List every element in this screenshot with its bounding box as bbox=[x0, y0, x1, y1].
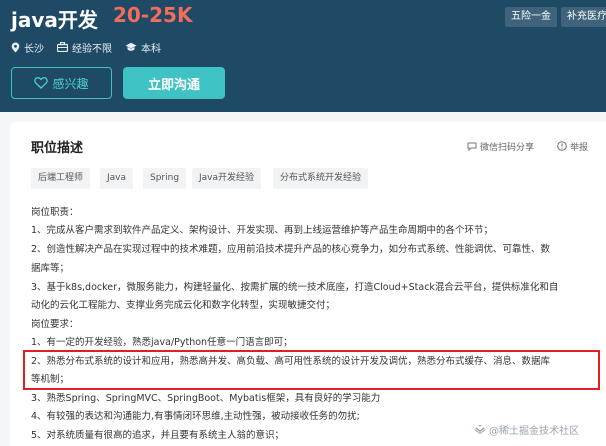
benefit-tag: 补充医疗保险 bbox=[561, 7, 606, 27]
watermark-text: @稀土掘金技术社区 bbox=[489, 425, 579, 437]
job-title: java开发 bbox=[11, 8, 98, 32]
description-line: 动化的云化工程能力、支撑业务完成云化和数字化转型，实现敏捷交付； bbox=[31, 300, 336, 311]
location-pin-icon bbox=[11, 42, 20, 52]
juejin-logo-icon bbox=[474, 424, 486, 434]
salary: 20-25K bbox=[113, 3, 193, 27]
interest-button-label: 感兴趣 bbox=[52, 76, 89, 91]
skill-tag: Java bbox=[100, 168, 134, 189]
meta-experience: 经验不限 bbox=[57, 40, 112, 55]
heart-icon bbox=[34, 77, 49, 89]
section-title: 职位描述 bbox=[31, 141, 84, 156]
description-line: 1、有一定的开发经验，熟悉java/Python任意一门语言即可； bbox=[31, 337, 293, 348]
description-line: 1、完成从客户需求到软件产品定义、架构设计、开发实现、再到上线运营维护等产品生命… bbox=[31, 225, 494, 236]
description-line: 2、创造性解决产品在实现过程中的技术难题，应用前沿技术提升产品的核心竞争力，如分… bbox=[31, 244, 551, 255]
description-line: 等机制； bbox=[31, 374, 70, 385]
benefit-tag: 五险一金 bbox=[505, 7, 557, 27]
experience-text: 经验不限 bbox=[72, 43, 112, 55]
skill-tag: 后端工程师 bbox=[31, 168, 91, 189]
education-text: 本科 bbox=[141, 43, 161, 55]
wechat-share-link[interactable]: 微信扫码分享 bbox=[467, 139, 534, 153]
warning-icon bbox=[557, 141, 567, 151]
graduation-cap-icon bbox=[125, 42, 137, 51]
description-line: 4、有较强的表达和沟通能力,有事情闭环思维,主动性强，被动接收任务的勿扰; bbox=[31, 411, 360, 422]
description-line: 岗位职责： bbox=[31, 207, 79, 218]
briefcase-icon bbox=[57, 42, 68, 52]
chat-now-button[interactable]: 立即沟通 bbox=[123, 67, 225, 99]
description-line: 5、对系统质量有很高的追求，并且要有系统主人翁的意识； bbox=[31, 430, 285, 441]
watermark: @稀土掘金技术社区 bbox=[474, 420, 579, 438]
city-text: 长沙 bbox=[24, 43, 44, 55]
interest-button[interactable]: 感兴趣 bbox=[11, 67, 112, 99]
report-label: 举报 bbox=[570, 142, 589, 153]
meta-education: 本科 bbox=[125, 40, 161, 55]
skill-tag: Spring bbox=[143, 168, 187, 189]
skill-tag: Java开发经验 bbox=[192, 168, 262, 189]
description-line: 3、熟悉Spring、SpringMVC、SpringBoot、Mybatis框… bbox=[31, 393, 381, 404]
chat-bubble-icon bbox=[467, 142, 477, 151]
share-label: 微信扫码分享 bbox=[480, 142, 535, 153]
report-link[interactable]: 举报 bbox=[557, 139, 588, 153]
description-line: 岗位要求： bbox=[31, 319, 79, 330]
skill-tag: 分布式系统开发经验 bbox=[273, 168, 369, 189]
description-line: 3、基于k8s,docker，微服务能力，构建轻量化、按需扩展的统一技术底座，打… bbox=[31, 282, 559, 293]
description-line: 2、熟悉分布式系统的设计和应用，熟悉高并发、高负载、高可用性系统的设计开发及调优… bbox=[31, 356, 551, 367]
meta-city: 长沙 bbox=[11, 40, 44, 55]
job-meta: 长沙 经验不限 本科 bbox=[11, 39, 174, 55]
description-line: 据库等； bbox=[31, 263, 70, 274]
